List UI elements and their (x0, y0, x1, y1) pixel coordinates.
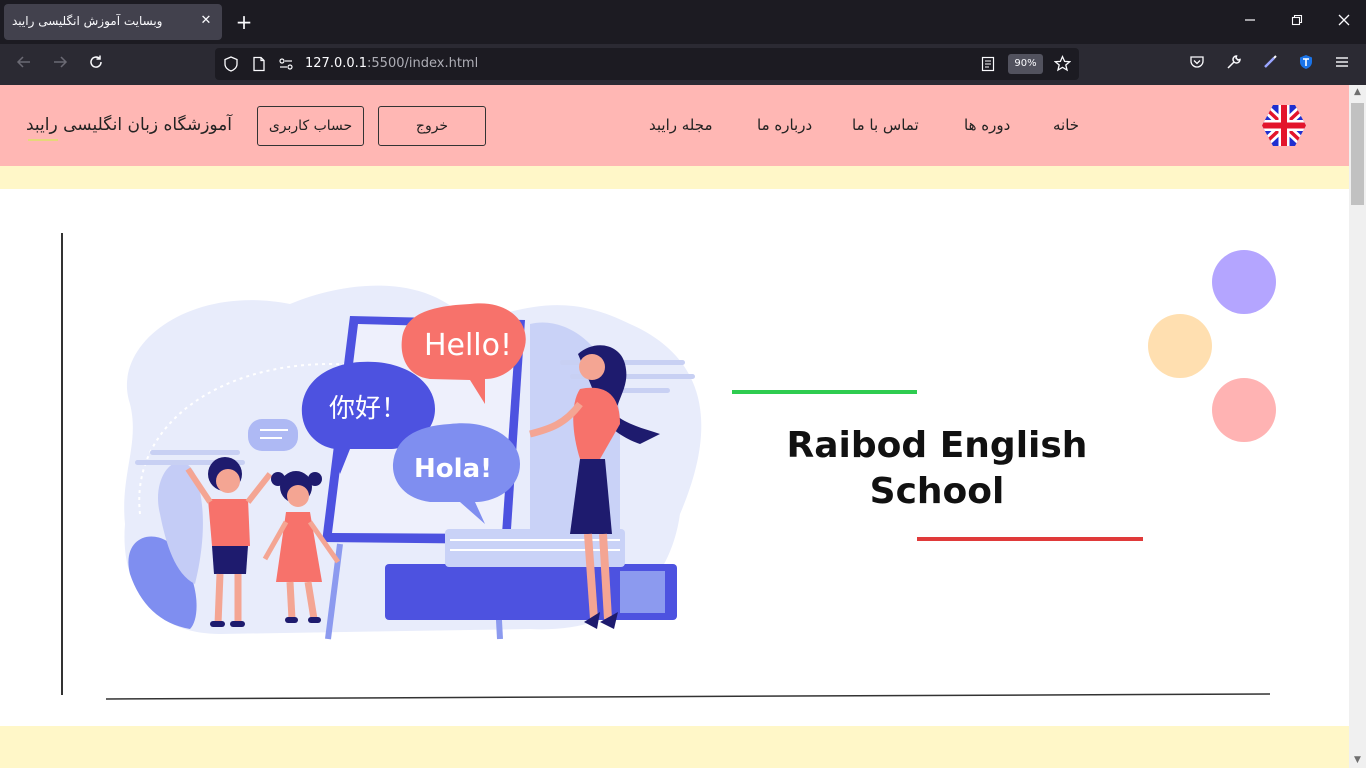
shield-icon[interactable] (223, 56, 239, 76)
tab-title: وبسایت آموزش انگلیسی رایبد (12, 14, 163, 28)
hola-bubble-text: Hola! (414, 454, 492, 484)
browser-tab[interactable]: وبسایت آموزش انگلیسی رایبد ✕ (4, 4, 222, 40)
browser-navbar: 127.0.0.1:5500/index.html 90% (0, 44, 1366, 85)
close-tab-icon[interactable]: ✕ (198, 13, 214, 29)
teacher-classroom-illustration: Hello! 你好！ Hola! (124, 285, 702, 640)
scroll-up-arrow-icon[interactable]: ▲ (1352, 87, 1363, 98)
forward-arrow-icon[interactable] (49, 54, 71, 76)
browser-tabbar: وبسایت آموزش انگلیسی رایبد ✕ + (0, 0, 1366, 44)
color-picker-icon[interactable] (1259, 54, 1281, 76)
nihao-bubble-text: 你好！ (329, 394, 407, 424)
reload-icon[interactable] (85, 54, 107, 76)
decorative-pink-circle (1212, 378, 1276, 442)
bookmark-star-icon[interactable] (1053, 55, 1072, 76)
reader-view-icon[interactable] (980, 56, 996, 76)
minimize-window-icon[interactable] (1238, 10, 1262, 34)
page-scrollbar[interactable]: ▲ ▼ (1349, 85, 1366, 768)
scroll-down-arrow-icon[interactable]: ▼ (1352, 755, 1363, 766)
hello-bubble-text: Hello! (424, 328, 512, 363)
nav-link-home[interactable]: خانه (1053, 116, 1079, 134)
url-host: 127.0.0.1 (305, 56, 368, 71)
restore-window-icon[interactable] (1285, 10, 1309, 34)
hero-title-line1: Raibod English (786, 425, 1088, 466)
site-permissions-icon[interactable] (278, 56, 294, 76)
nav-link-about[interactable]: درباره ما (757, 116, 812, 134)
uk-flag-logo[interactable] (1261, 104, 1307, 147)
close-window-icon[interactable] (1332, 10, 1356, 34)
nav-link-magazine[interactable]: مجله رایبد (649, 116, 712, 134)
decorative-orange-circle (1148, 314, 1212, 378)
nav-link-courses[interactable]: دوره ها (964, 116, 1010, 134)
hero-title-line2: School (869, 471, 1005, 512)
page-icon (251, 56, 267, 76)
page-viewport: خانه دوره ها تماس با ما درباره ما مجله ر… (0, 85, 1349, 768)
brand-underline (28, 139, 58, 141)
zoom-level-badge[interactable]: 90% (1008, 54, 1043, 74)
back-arrow-icon[interactable] (13, 54, 35, 76)
decorative-purple-circle (1212, 250, 1276, 314)
site-brand-title[interactable]: آموزشگاه زبان انگلیسی رایبد (26, 115, 232, 135)
hero-title: Raibod English School (772, 423, 1102, 515)
vpn-shield-icon[interactable] (1295, 54, 1317, 76)
hero-red-accent-line (917, 537, 1143, 541)
hamburger-menu-icon[interactable] (1331, 54, 1353, 76)
url-bar[interactable]: 127.0.0.1:5500/index.html 90% (215, 48, 1079, 80)
url-path: :5500/index.html (367, 56, 479, 71)
hero-section: Hello! 你好！ Hola! Raibod English School (0, 189, 1349, 726)
hero-vertical-line (61, 233, 63, 695)
pocket-icon[interactable] (1186, 54, 1208, 76)
hero-green-accent-line (732, 390, 917, 394)
wrench-icon[interactable] (1223, 54, 1245, 76)
nav-link-contact[interactable]: تماس با ما (852, 116, 919, 134)
new-tab-icon[interactable]: + (234, 12, 254, 32)
url-text[interactable]: 127.0.0.1:5500/index.html (305, 56, 478, 71)
scrollbar-thumb[interactable] (1351, 103, 1364, 205)
site-header: خانه دوره ها تماس با ما درباره ما مجله ر… (0, 85, 1349, 166)
logout-button[interactable]: خروج (378, 106, 486, 146)
user-account-button[interactable]: حساب کاربری (257, 106, 364, 146)
